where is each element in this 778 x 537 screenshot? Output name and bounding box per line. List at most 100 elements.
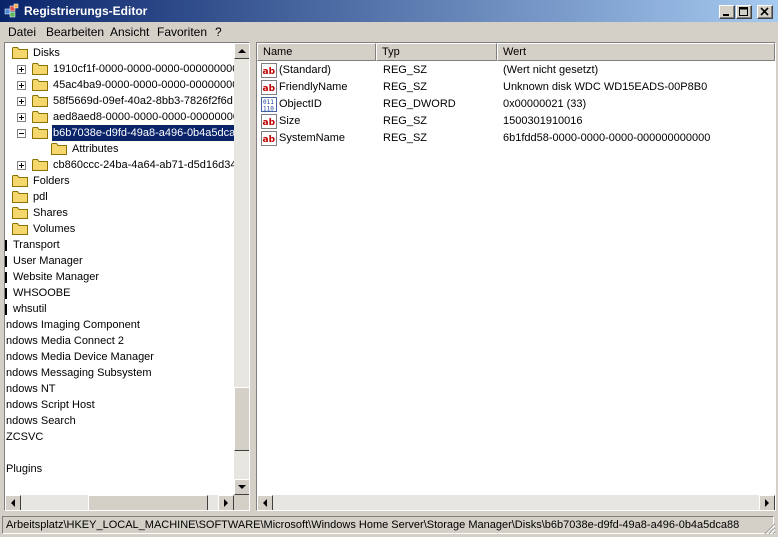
expand-plus-icon[interactable] [17,161,26,170]
value-data: 0x00000021 (33) [503,98,587,110]
tree-item-label: Transport [13,239,60,251]
expand-plus-icon[interactable] [17,97,26,106]
menu-favoriten[interactable]: Favoriten [157,25,207,39]
menu-ansicht[interactable]: Ansicht [110,25,149,39]
tree-item-label: cb860ccc-24ba-4a64-ab71-d5d16d34c [53,159,234,171]
values-list-pane[interactable]: Name Typ Wert ab (Standard) REG_SZ (Wert ni… [256,42,776,511]
menu-help-label: ? [215,25,222,39]
column-header-name[interactable]: Name [257,43,376,61]
tree-item-label: Folders [33,175,70,187]
tree-item[interactable]: cb860ccc-24ba-4a64-ab71-d5d16d34c [5,157,234,173]
tree-line [5,240,7,251]
tree-item[interactable]: ndows Script Host [5,397,234,413]
values-horizontal-scrollbar[interactable] [257,495,775,510]
menu-bar: Datei Bearbeiten Ansicht Favoriten ? [0,22,778,42]
tree-item[interactable]: b6b7038e-d9fd-49a8-a496-0b4a5dca88 [5,124,234,142]
tree-item[interactable]: Volumes [5,221,234,237]
folder-icon [32,111,48,123]
tree-item[interactable]: User Manager [5,253,234,269]
tree-item[interactable]: ndows Media Device Manager [5,349,234,365]
key-tree[interactable]: Disks 1910cf1f-0000-0000-0000-00000000000… [5,43,234,495]
tree-vertical-scrollbar[interactable] [234,43,249,495]
tree-item[interactable]: Plugins [5,461,234,477]
menu-datei[interactable]: Datei [8,25,36,39]
tree-scroll-down-button[interactable] [234,479,249,495]
tree-item[interactable]: ZCSVC [5,429,234,445]
tree-item-label: whsutil [13,303,47,315]
expand-plus-icon[interactable] [17,113,26,122]
tree-item-label: Shares [33,207,68,219]
tree-item[interactable]: WHSOOBE [5,285,234,301]
title-bar[interactable]: Registrierungs-Editor [0,0,778,22]
folder-icon [51,143,67,155]
folder-icon [12,223,28,235]
tree-item[interactable]: ndows NT [5,381,234,397]
folder-icon [32,63,48,75]
menu-ansicht-label: Ansicht [110,25,150,39]
tree-item[interactable]: ndows Messaging Subsystem [5,365,234,381]
collapse-minus-icon[interactable] [17,129,26,138]
maximize-button[interactable] [736,5,752,19]
value-row[interactable]: ab SystemName REG_SZ 6b1fdd58-0000-0000-000… [257,130,757,147]
tree-item[interactable] [5,445,234,461]
resize-grip-icon[interactable] [764,523,776,535]
string-value-icon: ab [261,131,277,146]
value-name: FriendlyName [279,81,348,93]
folder-icon [32,95,48,107]
value-data: 6b1fdd58-0000-0000-0000-000000000000 [503,132,711,144]
minimize-icon [723,14,729,16]
tree-scroll-up-button[interactable] [234,43,249,59]
column-header-value-label: Wert [503,46,527,58]
tree-item[interactable]: aed8aed8-0000-0000-0000-000000000000 [5,109,234,125]
tree-item[interactable]: Disks [5,45,234,61]
value-row[interactable]: ab FriendlyName REG_SZ Unknown disk WDC WD1… [257,79,757,96]
pane-splitter[interactable] [250,42,255,511]
values-scroll-left-button[interactable] [257,495,273,510]
tree-item[interactable]: Folders [5,173,234,189]
close-button[interactable] [757,5,773,19]
expand-plus-icon[interactable] [17,81,26,90]
value-row[interactable]: 011 110 ObjectID REG_DWORD 0x00000021 (33) [257,96,757,113]
key-tree-pane[interactable]: Disks 1910cf1f-0000-0000-0000-00000000000… [4,42,250,511]
tree-horizontal-scrollbar[interactable] [5,495,234,510]
minimize-button[interactable] [719,5,735,19]
tree-item-label: 1910cf1f-0000-0000-0000-000000000000 [53,63,234,75]
tree-item[interactable]: whsutil [5,301,234,317]
svg-text:110: 110 [263,106,274,113]
tree-item[interactable]: pdl [5,189,234,205]
tree-scroll-right-button[interactable] [218,495,234,510]
values-scroll-right-button[interactable] [759,495,775,510]
folder-icon [12,207,28,219]
tree-item[interactable]: 58f5669d-09ef-40a2-8bb3-7826f2f6d [5,93,234,109]
column-header-value[interactable]: Wert [497,43,775,61]
menu-favoriten-label: Favoriten [157,25,208,39]
tree-item[interactable]: Website Manager [5,269,234,285]
folder-icon [12,191,28,203]
column-header-name-label: Name [263,46,293,58]
string-value-icon: ab [261,114,277,129]
tree-item-label: Attributes [72,143,119,155]
tree-item[interactable]: 1910cf1f-0000-0000-0000-000000000000 [5,61,234,77]
arrow-up-icon [238,49,246,53]
menu-bearbeiten-label: Bearbeiten [46,25,105,39]
menu-bearbeiten[interactable]: Bearbeiten [46,25,104,39]
tree-item[interactable]: ndows Search [5,413,234,429]
tree-hscroll-thumb[interactable] [88,495,208,510]
tree-item[interactable]: Attributes [5,141,234,157]
tree-item[interactable]: 45ac4ba9-0000-0000-0000-000000000000 [5,77,234,93]
tree-item[interactable]: ndows Imaging Component [5,317,234,333]
value-type: REG_SZ [383,132,428,144]
maximize-icon [739,7,748,16]
value-row[interactable]: ab (Standard) REG_SZ (Wert nicht gesetzt) [257,62,757,79]
column-header-type[interactable]: Typ [376,43,497,61]
tree-item[interactable]: Transport [5,237,234,253]
value-type: REG_SZ [383,81,428,93]
tree-scroll-left-button[interactable] [5,495,21,510]
expand-plus-icon[interactable] [17,65,26,74]
tree-scroll-thumb[interactable] [234,387,249,451]
value-row[interactable]: ab Size REG_SZ 1500301910016 [257,113,757,130]
tree-item[interactable]: Shares [5,205,234,221]
menu-help[interactable]: ? [215,25,222,39]
tree-item[interactable]: ndows Media Connect 2 [5,333,234,349]
arrow-right-icon [224,499,228,507]
